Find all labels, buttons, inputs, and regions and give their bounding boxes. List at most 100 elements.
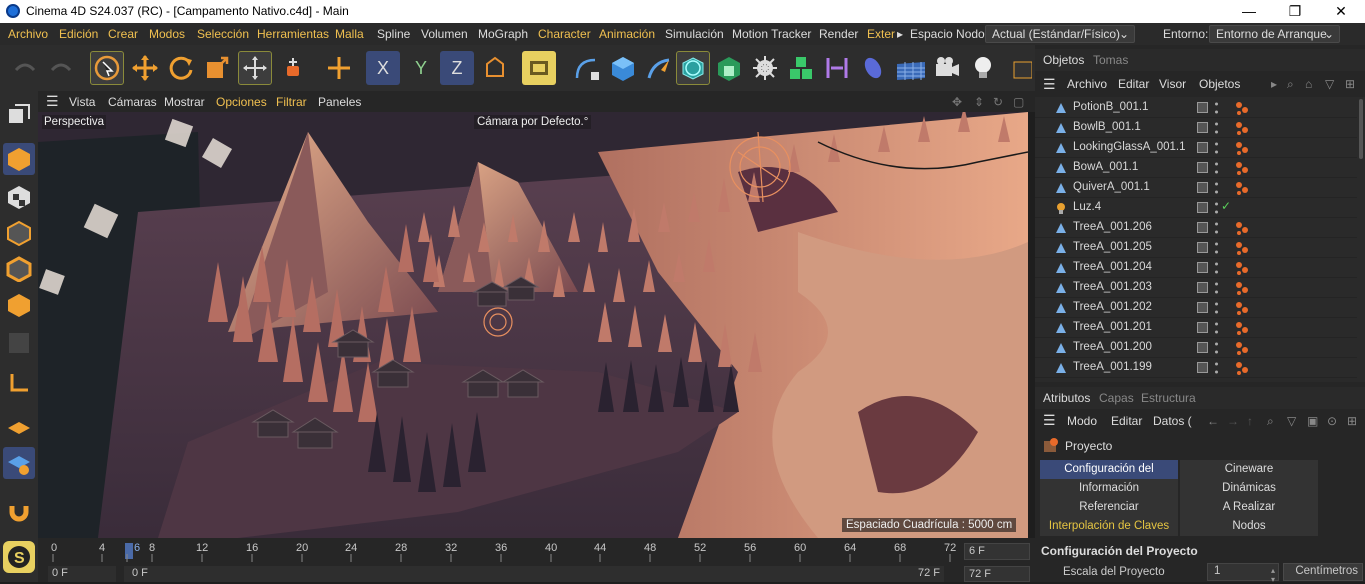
list-item[interactable]: TreeA_001.204	[1035, 258, 1357, 278]
list-item[interactable]: PotionB_001.1	[1035, 98, 1357, 118]
end-frame-field[interactable]: 72 F	[964, 566, 1030, 582]
viewport-3d[interactable]: Perspectiva Cámara por Defecto.° Espacia…	[38, 112, 1028, 538]
attr-menu-datos[interactable]: Datos (	[1153, 414, 1192, 428]
redo-icon[interactable]	[44, 51, 78, 85]
material-tag-icon[interactable]	[1235, 101, 1249, 115]
material-tag-icon[interactable]	[1235, 361, 1249, 375]
enabled-check-icon[interactable]: ✓	[1221, 199, 1231, 213]
list-item[interactable]: LookingGlassA_001.1	[1035, 138, 1357, 158]
up-arrow-icon[interactable]: ↑	[1247, 414, 1253, 428]
list-item[interactable]: TreeA_001.205	[1035, 238, 1357, 258]
zoom-view-icon[interactable]: ⇕	[974, 95, 984, 109]
env-dropdown[interactable]: Entorno de Arranque ⌄	[1209, 25, 1340, 43]
transform-icon[interactable]	[238, 51, 272, 85]
axis-mode-icon[interactable]	[3, 367, 35, 399]
settings-icon[interactable]: ⊙	[1327, 414, 1337, 428]
points-mode-icon[interactable]	[3, 217, 35, 249]
material-tag-icon[interactable]	[1235, 321, 1249, 335]
scale-unit-dropdown[interactable]: Centímetros	[1283, 563, 1363, 581]
light-icon[interactable]	[966, 51, 1000, 85]
menu-edicion[interactable]: Edición	[59, 27, 98, 41]
maximize-button[interactable]: ❐	[1272, 2, 1318, 21]
list-item[interactable]: TreeA_001.203	[1035, 278, 1357, 298]
coordinate-system-icon[interactable]	[478, 51, 512, 85]
attr-tab-project-settings[interactable]: Configuración del Proyecto	[1040, 460, 1178, 494]
menu-overflow-icon[interactable]: ▸	[897, 27, 903, 41]
menu-malla[interactable]: Malla	[335, 27, 364, 41]
tab-tomas[interactable]: Tomas	[1093, 53, 1128, 67]
hamburger-icon[interactable]: ☰	[1043, 76, 1056, 93]
model-mode-icon[interactable]	[3, 143, 35, 175]
undo-icon[interactable]	[8, 51, 42, 85]
hamburger-icon[interactable]: ☰	[46, 93, 59, 110]
viewport-menu-vista[interactable]: Vista	[69, 95, 95, 109]
snap-grid-icon[interactable]	[3, 447, 35, 479]
object-list-scrollbar[interactable]	[1357, 97, 1365, 382]
viewport-menu-paneles[interactable]: Paneles	[318, 95, 361, 109]
viewport-menu-camaras[interactable]: Cámaras	[108, 95, 157, 109]
home-icon[interactable]: ⌂	[1305, 77, 1312, 91]
menu-animacion[interactable]: Animación	[599, 27, 655, 41]
current-frame-field[interactable]: 6 F	[964, 543, 1030, 560]
move-icon[interactable]	[128, 51, 162, 85]
spline-pen-icon[interactable]	[570, 51, 604, 85]
camera-icon[interactable]	[930, 51, 964, 85]
material-tag-icon[interactable]	[1235, 141, 1249, 155]
extrude-icon[interactable]	[712, 51, 746, 85]
search-icon[interactable]: ⌕	[1267, 414, 1274, 429]
objects-menu-editar[interactable]: Editar	[1118, 77, 1149, 91]
tab-atributos[interactable]: Atributos	[1043, 391, 1090, 405]
render-view-icon[interactable]	[522, 51, 556, 85]
node-space-dropdown[interactable]: Actual (Estándar/Físico) ⌄	[985, 25, 1135, 43]
lock-y-axis-icon[interactable]: Y	[404, 51, 438, 85]
make-editable-icon[interactable]	[3, 99, 35, 131]
filter-icon[interactable]: ▽	[1287, 414, 1296, 428]
visibility-toggle[interactable]	[1197, 102, 1208, 113]
deformer-icon[interactable]	[820, 51, 854, 85]
visibility-toggle[interactable]	[1197, 322, 1208, 333]
forward-arrow-icon[interactable]: →	[1227, 414, 1239, 428]
rotate-icon[interactable]	[164, 51, 198, 85]
add-icon[interactable]: ⊞	[1345, 77, 1355, 91]
list-item[interactable]: TreeA_001.201	[1035, 318, 1357, 338]
viewport-menu-mostrar[interactable]: Mostrar	[164, 95, 205, 109]
subdivision-icon[interactable]	[676, 51, 710, 85]
tab-objetos[interactable]: Objetos	[1043, 53, 1084, 67]
menu-character[interactable]: Character	[538, 27, 591, 41]
menu-extensiones[interactable]: Exter	[867, 27, 895, 41]
menu-simulacion[interactable]: Simulación	[665, 27, 724, 41]
lock-z-axis-icon[interactable]: Z	[440, 51, 474, 85]
visibility-toggle[interactable]	[1197, 202, 1208, 213]
menu-volumen[interactable]: Volumen	[421, 27, 468, 41]
objects-menu-objetos[interactable]: Objetos	[1199, 77, 1240, 91]
object-axis-icon[interactable]	[276, 51, 310, 85]
menu-mograph[interactable]: MoGraph	[478, 27, 528, 41]
attr-tab-dynamics[interactable]: Dinámicas	[1180, 479, 1318, 498]
timeline-clapper-icon[interactable]	[1010, 51, 1034, 85]
list-item[interactable]: TreeA_001.206	[1035, 218, 1357, 238]
visibility-toggle[interactable]	[1197, 182, 1208, 193]
attr-tab-todo[interactable]: A Realizar	[1180, 498, 1318, 517]
attr-tab-nodes[interactable]: Nodos	[1180, 517, 1318, 536]
scale-input[interactable]: 1 ▴ ▾	[1207, 563, 1279, 584]
attr-menu-modo[interactable]: Modo	[1067, 414, 1097, 428]
menu-archivo[interactable]: Archivo	[8, 27, 48, 41]
texture-mode-icon[interactable]	[3, 181, 35, 213]
scripts-icon[interactable]: S	[3, 541, 35, 573]
back-arrow-icon[interactable]: ←	[1207, 414, 1219, 428]
add-icon[interactable]: ⊞	[1347, 414, 1357, 428]
material-tag-icon[interactable]	[1235, 301, 1249, 315]
overflow-icon[interactable]: ▸	[1271, 77, 1277, 91]
objects-menu-archivo[interactable]: Archivo	[1067, 77, 1107, 91]
search-icon[interactable]: ⌕	[1287, 77, 1294, 92]
visibility-toggle[interactable]	[1197, 362, 1208, 373]
list-item[interactable]: TreeA_001.200	[1035, 338, 1357, 358]
filter-icon[interactable]: ▽	[1325, 77, 1334, 91]
preview-range-bar[interactable]: 0 F 72 F	[124, 566, 944, 582]
rotate-view-icon[interactable]: ↻	[993, 95, 1003, 109]
material-tag-icon[interactable]	[1235, 241, 1249, 255]
material-tag-icon[interactable]	[1235, 261, 1249, 275]
stepper-icon[interactable]: ▴ ▾	[1271, 566, 1275, 584]
maximize-view-icon[interactable]: ▢	[1013, 95, 1024, 109]
polygons-mode-icon[interactable]	[3, 289, 35, 321]
